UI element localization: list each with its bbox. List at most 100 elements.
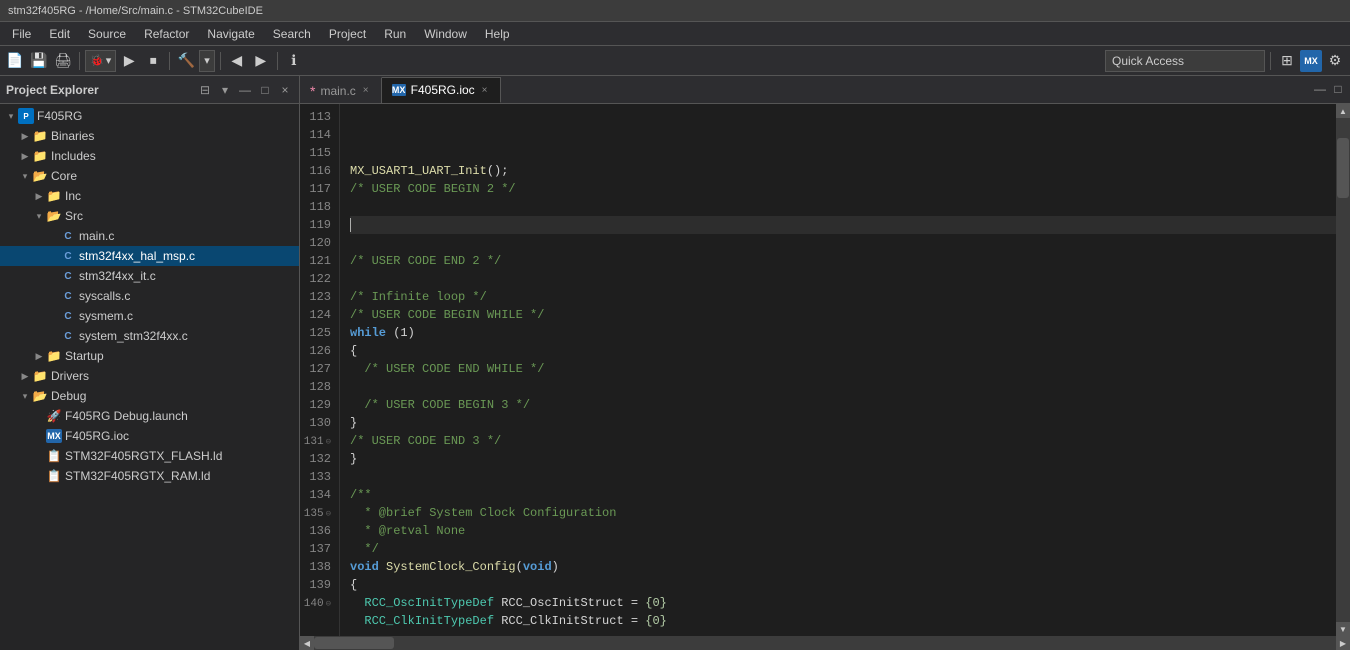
toolbar-new-btn[interactable]: 📄 <box>4 50 26 72</box>
tree-item-startup[interactable]: ▶📁Startup <box>0 346 299 366</box>
tree-arrow-src[interactable]: ▾ <box>32 211 46 222</box>
tree-item-f405rg[interactable]: ▾PF405RG <box>0 106 299 126</box>
tree-arrow-f405rg[interactable]: ▾ <box>4 111 18 122</box>
code-line-138[interactable]: RCC_ClkInitTypeDef RCC_ClkInitStruct = {… <box>350 612 1336 630</box>
code-line-135[interactable]: void SystemClock_Config(void) <box>350 558 1336 576</box>
toolbar-next-btn[interactable]: ▶ <box>250 50 272 72</box>
tree-item-stm32_flash[interactable]: 📋STM32F405RGTX_FLASH.ld <box>0 446 299 466</box>
scroll-thumb[interactable] <box>1337 138 1349 198</box>
code-line-115[interactable] <box>350 198 1336 216</box>
menu-search[interactable]: Search <box>265 25 319 43</box>
tree-item-binaries[interactable]: ▶📁Binaries <box>0 126 299 146</box>
code-line-121[interactable]: /* USER CODE BEGIN WHILE */ <box>350 306 1336 324</box>
tree-item-stm32f4xx_it[interactable]: Cstm32f4xx_it.c <box>0 266 299 286</box>
toolbar-build-btn[interactable]: 🔨 <box>175 50 197 72</box>
code-line-130[interactable] <box>350 468 1336 486</box>
panel-close-btn[interactable]: × <box>277 82 293 98</box>
tab-main-close[interactable]: × <box>361 85 371 96</box>
code-line-114[interactable]: /* USER CODE BEGIN 2 */ <box>350 180 1336 198</box>
tab-main-c[interactable]: * main.c × <box>300 77 382 103</box>
code-line-127[interactable]: } <box>350 414 1336 432</box>
code-line-122[interactable]: while (1) <box>350 324 1336 342</box>
toolbar-save-btn[interactable]: 💾 <box>28 50 50 72</box>
code-line-134[interactable]: */ <box>350 540 1336 558</box>
code-line-133[interactable]: * @retval None <box>350 522 1336 540</box>
toolbar-perspective-btn[interactable]: ⊞ <box>1276 50 1298 72</box>
scroll-left-btn[interactable]: ◀ <box>300 636 314 650</box>
panel-menu-btn[interactable]: ▾ <box>217 82 233 98</box>
menu-project[interactable]: Project <box>321 25 374 43</box>
code-line-126[interactable]: /* USER CODE BEGIN 3 */ <box>350 396 1336 414</box>
scroll-up-btn[interactable]: ▲ <box>1336 104 1350 118</box>
menu-window[interactable]: Window <box>416 25 475 43</box>
scroll-h-track[interactable] <box>314 636 1336 650</box>
tree-arrow-binaries[interactable]: ▶ <box>18 131 32 142</box>
tree-item-includes[interactable]: ▶📁Includes <box>0 146 299 166</box>
code-line-118[interactable]: /* USER CODE END 2 */ <box>350 252 1336 270</box>
tree-item-debug[interactable]: ▾📂Debug <box>0 386 299 406</box>
tree-arrow-startup[interactable]: ▶ <box>32 351 46 362</box>
code-line-136[interactable]: { <box>350 576 1336 594</box>
toolbar-mx-btn[interactable]: MX <box>1300 50 1322 72</box>
panel-minimize-btn[interactable]: — <box>237 82 253 98</box>
panel-collapse-btn[interactable]: ⊟ <box>197 82 213 98</box>
tree-item-f405rg_debug[interactable]: 🚀F405RG Debug.launch <box>0 406 299 426</box>
tree-arrow-includes[interactable]: ▶ <box>18 151 32 162</box>
tree-arrow-inc[interactable]: ▶ <box>32 191 46 202</box>
tree-item-main_c[interactable]: Cmain.c <box>0 226 299 246</box>
code-line-124[interactable]: /* USER CODE END WHILE */ <box>350 360 1336 378</box>
menu-edit[interactable]: Edit <box>41 25 78 43</box>
tab-ioc-close[interactable]: × <box>480 85 490 96</box>
code-line-116[interactable] <box>350 216 1336 234</box>
code-line-120[interactable]: /* Infinite loop */ <box>350 288 1336 306</box>
scroll-right-btn[interactable]: ▶ <box>1336 636 1350 650</box>
scroll-down-btn[interactable]: ▼ <box>1336 622 1350 636</box>
toolbar-gear-btn[interactable]: ⚙ <box>1324 50 1346 72</box>
toolbar-print-btn[interactable]: 🖨 <box>52 50 74 72</box>
tab-f405rg-ioc[interactable]: MX F405RG.ioc × <box>382 77 501 103</box>
toolbar-stop-btn[interactable]: ⏹ <box>142 50 164 72</box>
code-line-119[interactable] <box>350 270 1336 288</box>
code-line-137[interactable]: RCC_OscInitTypeDef RCC_OscInitStruct = {… <box>350 594 1336 612</box>
code-line-113[interactable]: MX_USART1_UART_Init(); <box>350 162 1336 180</box>
toolbar-info-btn[interactable]: ℹ <box>283 50 305 72</box>
toolbar-debug-dropdown[interactable]: 🐞 ▾ <box>85 50 116 72</box>
code-line-132[interactable]: * @brief System Clock Configuration <box>350 504 1336 522</box>
tree-item-drivers[interactable]: ▶📁Drivers <box>0 366 299 386</box>
toolbar-prev-btn[interactable]: ◀ <box>226 50 248 72</box>
code-line-128[interactable]: /* USER CODE END 3 */ <box>350 432 1336 450</box>
menu-refactor[interactable]: Refactor <box>136 25 197 43</box>
code-line-129[interactable]: } <box>350 450 1336 468</box>
panel-maximize-btn[interactable]: □ <box>257 82 273 98</box>
toolbar-build-dropdown[interactable]: ▾ <box>199 50 215 72</box>
code-line-123[interactable]: { <box>350 342 1336 360</box>
tree-item-f405rg_ioc[interactable]: MXF405RG.ioc <box>0 426 299 446</box>
scroll-track[interactable] <box>1336 118 1350 622</box>
tree-item-inc[interactable]: ▶📁Inc <box>0 186 299 206</box>
code-line-117[interactable] <box>350 234 1336 252</box>
tree-item-system_stm32[interactable]: Csystem_stm32f4xx.c <box>0 326 299 346</box>
editor-minimize-btn[interactable]: — <box>1312 81 1328 97</box>
code-line-125[interactable] <box>350 378 1336 396</box>
editor-area[interactable]: 1131141151161171181191201211221231241251… <box>300 104 1350 636</box>
quick-access-search[interactable]: Quick Access <box>1105 50 1265 72</box>
code-content[interactable]: MX_USART1_UART_Init();/* USER CODE BEGIN… <box>340 104 1336 636</box>
menu-file[interactable]: File <box>4 25 39 43</box>
menu-source[interactable]: Source <box>80 25 134 43</box>
tree-arrow-core[interactable]: ▾ <box>18 171 32 182</box>
tree-item-stm32f4xx_hal_msp[interactable]: Cstm32f4xx_hal_msp.c <box>0 246 299 266</box>
menu-run[interactable]: Run <box>376 25 414 43</box>
horizontal-scrollbar[interactable]: ◀ ▶ <box>300 636 1350 650</box>
menu-help[interactable]: Help <box>477 25 518 43</box>
tree-item-core[interactable]: ▾📂Core <box>0 166 299 186</box>
tree-arrow-drivers[interactable]: ▶ <box>18 371 32 382</box>
tree-item-src[interactable]: ▾📂Src <box>0 206 299 226</box>
scroll-h-thumb[interactable] <box>314 637 394 649</box>
toolbar-run-btn[interactable]: ▶ <box>118 50 140 72</box>
vertical-scrollbar[interactable]: ▲ ▼ <box>1336 104 1350 636</box>
tree-item-syscalls[interactable]: Csyscalls.c <box>0 286 299 306</box>
tree-item-stm32_ram[interactable]: 📋STM32F405RGTX_RAM.ld <box>0 466 299 486</box>
tree-item-sysmem[interactable]: Csysmem.c <box>0 306 299 326</box>
tree-arrow-debug[interactable]: ▾ <box>18 391 32 402</box>
editor-maximize-btn[interactable]: □ <box>1330 81 1346 97</box>
